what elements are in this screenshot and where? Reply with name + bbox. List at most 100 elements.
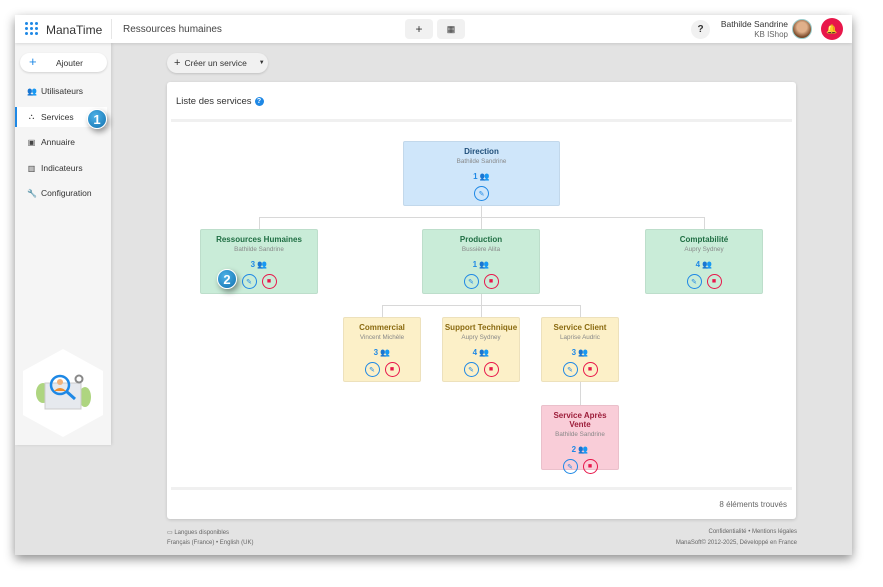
member-count: 3 👥: [201, 260, 317, 269]
edit-icon: ✎: [567, 463, 573, 471]
trash-icon: ■: [488, 366, 494, 373]
edit-icon: ✎: [246, 278, 252, 286]
delete-button[interactable]: ■: [483, 362, 499, 377]
apps-grid-icon[interactable]: [25, 22, 38, 35]
delete-button[interactable]: ■: [483, 274, 499, 289]
service-manager: Bathilde Sandrine: [555, 431, 605, 438]
sidebar-item-label: Utilisateurs: [41, 86, 84, 96]
trash-icon: ■: [266, 278, 272, 285]
edit-icon: ✎: [369, 366, 375, 374]
service-name: Service Après Vente: [553, 411, 607, 429]
users-icon: 👥: [479, 348, 490, 357]
service-name: Support Technique: [444, 323, 518, 332]
lang-fr-link[interactable]: Français (France): [167, 540, 214, 546]
add-label: Ajouter: [56, 58, 83, 68]
sidebar-item-annuaire[interactable]: ▣ Annuaire: [15, 132, 107, 152]
member-count-value: 3: [571, 348, 577, 357]
calendar-button[interactable]: ▦: [437, 19, 465, 39]
delete-button[interactable]: ■: [384, 362, 400, 377]
edit-icon: ✎: [478, 190, 485, 198]
member-count-value: 3: [250, 260, 256, 269]
member-count: 1 👥: [404, 172, 559, 181]
card-title-text: Liste des services: [176, 96, 252, 107]
card-title: Liste des services?: [176, 96, 264, 107]
brand-logo[interactable]: ManaTime: [46, 23, 102, 37]
add-button[interactable]: + Ajouter: [20, 53, 107, 72]
languages-list: Français (France) • English (UK): [167, 540, 253, 546]
legal-link[interactable]: Mentions légales: [752, 529, 797, 535]
users-icon: 👥: [578, 348, 589, 357]
service-manager: Aupry Sydney: [684, 246, 724, 253]
trash-icon: ■: [711, 278, 717, 285]
edit-button[interactable]: ✎: [241, 274, 257, 289]
service-node-commercial[interactable]: Commercial Vincent Michèle 3 👥 ✎ ■: [343, 317, 421, 382]
sidebar-item-label: Services: [41, 112, 74, 122]
service-name: Service Client: [553, 323, 607, 332]
edit-button[interactable]: ✎: [562, 362, 578, 377]
delete-button[interactable]: ■: [582, 362, 598, 377]
plus-icon: +: [174, 57, 181, 69]
member-count: 3 👥: [542, 348, 618, 357]
service-node-compta[interactable]: Comptabilité Aupry Sydney 4 👥 ✎ ■: [645, 229, 763, 294]
create-service-button[interactable]: + Créer un service ▼: [167, 53, 268, 73]
quick-add-button[interactable]: +: [405, 19, 433, 39]
languages-text: Langues disponibles: [174, 530, 230, 536]
divider: [111, 19, 112, 39]
privacy-link[interactable]: Confidentialité: [708, 529, 746, 535]
sidebar-item-utilisateurs[interactable]: 👥 Utilisateurs: [15, 81, 107, 101]
edit-button[interactable]: ✎: [562, 459, 578, 474]
service-node-sav[interactable]: Service Après Vente Bathilde Sandrine 2 …: [541, 405, 619, 474]
trash-icon: ■: [587, 463, 593, 470]
connector-line: [481, 294, 482, 305]
edit-button[interactable]: ✎: [364, 362, 380, 377]
sidebar: + Ajouter 👥 Utilisateurs ⛬ Services ▣ Annuai…: [15, 43, 111, 445]
help-circle-icon[interactable]: ?: [254, 97, 264, 106]
service-node-support[interactable]: Support Technique Aupry Sydney 4 👥 ✎ ■: [442, 317, 520, 382]
avatar[interactable]: [792, 19, 812, 39]
trash-icon: ■: [389, 366, 395, 373]
delete-button[interactable]: ■: [582, 459, 598, 474]
edit-button[interactable]: ✎: [686, 274, 702, 289]
app-window: ManaTime Ressources humaines + ▦ ? Bathi…: [15, 15, 852, 555]
service-node-client[interactable]: Service Client Laprise Audric 3 👥 ✎ ■: [541, 317, 619, 382]
delete-button[interactable]: ■: [706, 274, 722, 289]
user-name[interactable]: Bathilde Sandrine: [721, 19, 788, 29]
lang-en-link[interactable]: English (UK): [220, 540, 254, 546]
wrench-icon: 🔧: [27, 188, 37, 198]
users-icon: 👥: [578, 445, 589, 454]
bell-icon: 🔔: [826, 23, 838, 34]
edit-button[interactable]: ✎: [463, 274, 479, 289]
service-node-direction[interactable]: Direction Bathilde Sandrine 1 👥 ✎: [403, 141, 560, 206]
caret-down-icon[interactable]: ▼: [259, 60, 265, 66]
services-card: Liste des services? Direction Bathilde S…: [167, 82, 796, 519]
sidebar-item-label: Indicateurs: [41, 163, 83, 173]
users-icon: 👥: [27, 86, 37, 96]
edit-icon: ✎: [468, 366, 474, 374]
copyright: ManaSoft© 2012-2025, Développé en France: [675, 540, 797, 546]
service-name: Commercial: [359, 323, 405, 332]
connector-line: [259, 217, 705, 218]
step-badge-2: 2: [217, 269, 237, 289]
help-button[interactable]: ?: [691, 20, 710, 39]
chart-icon: ▥: [27, 163, 36, 173]
header: ManaTime Ressources humaines + ▦ ? Bathi…: [15, 15, 852, 43]
service-name: Production: [459, 235, 503, 244]
service-manager: Bathilde Sandrine: [234, 246, 284, 253]
service-node-production[interactable]: Production Bussière Alita 1 👥 ✎ ■: [422, 229, 540, 294]
delete-button[interactable]: ■: [261, 274, 277, 289]
users-icon: 👥: [380, 348, 391, 357]
sidebar-item-indicateurs[interactable]: ▥ Indicateurs: [15, 158, 107, 178]
member-count: 3 👥: [344, 348, 420, 357]
legal-links: Confidentialité • Mentions légales: [708, 529, 797, 535]
sidebar-item-configuration[interactable]: 🔧 Configuration: [15, 183, 107, 203]
plus-icon: +: [29, 54, 37, 69]
service-name: Ressources Humaines: [216, 235, 302, 244]
divider: [171, 119, 792, 122]
connector-line: [259, 217, 260, 229]
notifications-button[interactable]: 🔔: [821, 18, 843, 40]
users-icon: 👥: [479, 172, 490, 181]
edit-button[interactable]: ✎: [474, 186, 489, 201]
edit-button[interactable]: ✎: [463, 362, 479, 377]
page-title: Ressources humaines: [123, 24, 222, 35]
member-count-value: 1: [472, 260, 478, 269]
